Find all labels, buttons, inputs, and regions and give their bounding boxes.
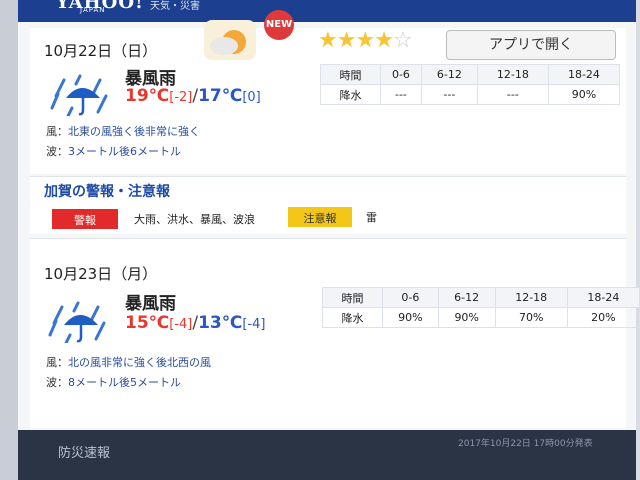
banner-label: 防災速報 bbox=[58, 446, 111, 461]
high-temp: 19℃ bbox=[125, 86, 170, 106]
wind-line: 風：北東の風強く後非常に強く bbox=[46, 122, 200, 142]
wave-label: 波： bbox=[46, 145, 68, 158]
rain-cell: 90% bbox=[547, 84, 621, 105]
low-temp: 17℃ bbox=[198, 86, 243, 106]
top-bar: YAHOO! JAPAN 天気・災害 bbox=[18, 0, 636, 22]
low-temp-diff: [0] bbox=[242, 90, 261, 105]
wave-line: 波：8メートル後5メートル bbox=[46, 373, 211, 393]
app-banner: 防災速報 2017年10月22日 17時00分発表 bbox=[18, 430, 636, 480]
umbrella-rain-icon bbox=[50, 74, 108, 116]
slot-header: 12-18 bbox=[494, 287, 568, 308]
new-badge: NEW bbox=[264, 10, 294, 40]
precipitation-table: 時間 0-6 6-12 12-18 18-24 降水 --- --- --- 9… bbox=[320, 64, 621, 105]
rain-cell: --- bbox=[420, 84, 478, 105]
warnings-title[interactable]: 加賀の警報・注意報 bbox=[44, 181, 170, 201]
advisory-badge: 注意報 bbox=[288, 207, 352, 227]
star-icon: ★ bbox=[318, 28, 338, 53]
temperatures: 19℃[-2]/17℃[0] bbox=[125, 86, 261, 106]
wind-label: 風： bbox=[46, 356, 68, 369]
announcement-time: 2017年10月22日 17時00分発表 bbox=[458, 439, 593, 449]
rain-header: 降水 bbox=[320, 84, 381, 105]
forecast-day-2: 10月23日（月） 暴風雨 15℃[-4]/13℃[-4] 時間 0-6 6-1… bbox=[30, 238, 640, 428]
star-icon: ★ bbox=[355, 28, 375, 53]
warning-badge: 警報 bbox=[52, 209, 118, 229]
wave-line: 波：3メートル後6メートル bbox=[46, 142, 200, 162]
low-temp-diff: [-4] bbox=[242, 317, 266, 332]
wave-text: 3メートル後6メートル bbox=[68, 145, 181, 158]
screen-bezel bbox=[0, 0, 18, 480]
weather-condition: 暴風雨 bbox=[125, 294, 176, 314]
rating-stars: ★★★★☆ bbox=[318, 28, 413, 53]
high-temp-diff: [-4] bbox=[169, 317, 193, 332]
rain-header: 降水 bbox=[322, 307, 383, 328]
slot-header: 18-24 bbox=[547, 64, 621, 85]
sun-cloud-icon bbox=[210, 30, 246, 55]
high-temp-diff: [-2] bbox=[169, 90, 193, 105]
rain-cell: --- bbox=[380, 84, 422, 105]
wind-wave-info: 風：北の風非常に強く後北西の風 波：8メートル後5メートル bbox=[46, 353, 211, 393]
rain-cell: 90% bbox=[437, 307, 496, 328]
wind-label: 風： bbox=[46, 125, 68, 138]
wind-wave-info: 風：北東の風強く後非常に強く 波：3メートル後6メートル bbox=[46, 122, 200, 162]
slot-header: 18-24 bbox=[566, 287, 640, 308]
rain-cell: --- bbox=[476, 84, 549, 105]
time-header: 時間 bbox=[322, 287, 383, 308]
umbrella-rain-icon bbox=[48, 301, 106, 343]
warnings-section: 加賀の警報・注意報 警報 大雨、洪水、暴風、波浪 注意報 雷 bbox=[30, 176, 626, 234]
wave-label: 波： bbox=[46, 376, 68, 389]
slot-header: 12-18 bbox=[476, 64, 549, 85]
wave-text: 8メートル後5メートル bbox=[68, 376, 181, 389]
logo-sub: JAPAN bbox=[80, 6, 106, 14]
wind-line: 風：北の風非常に強く後北西の風 bbox=[46, 353, 211, 373]
star-icon: ★ bbox=[336, 28, 357, 53]
rain-cell: 20% bbox=[566, 307, 640, 328]
wind-text: 北の風非常に強く後北西の風 bbox=[68, 356, 211, 369]
wind-text: 北東の風強く後非常に強く bbox=[68, 125, 200, 138]
rain-cell: 90% bbox=[382, 307, 439, 328]
slot-header: 6-12 bbox=[437, 287, 496, 308]
slot-header: 0-6 bbox=[380, 64, 422, 85]
low-temp: 13℃ bbox=[198, 313, 243, 333]
time-header: 時間 bbox=[320, 64, 381, 85]
advisory-items: 雷 bbox=[366, 211, 377, 224]
precipitation-table: 時間 0-6 6-12 12-18 18-24 降水 90% 90% 70% 2… bbox=[322, 287, 640, 328]
slot-header: 0-6 bbox=[382, 287, 439, 308]
rain-cell: 70% bbox=[494, 307, 568, 328]
open-in-app-button[interactable]: アプリで開く bbox=[446, 30, 616, 60]
app-icon[interactable] bbox=[204, 20, 256, 60]
forecast-date: 10月22日（日） bbox=[44, 42, 158, 60]
high-temp: 15℃ bbox=[125, 313, 170, 333]
header-section-label: 天気・災害 bbox=[150, 1, 200, 12]
star-icon: ★ bbox=[374, 28, 394, 53]
slot-header: 6-12 bbox=[420, 64, 478, 85]
warning-items: 大雨、洪水、暴風、波浪 bbox=[134, 213, 255, 226]
temperatures: 15℃[-4]/13℃[-4] bbox=[125, 313, 265, 333]
forecast-date: 10月23日（月） bbox=[44, 265, 158, 283]
star-empty-icon: ☆ bbox=[392, 28, 413, 53]
